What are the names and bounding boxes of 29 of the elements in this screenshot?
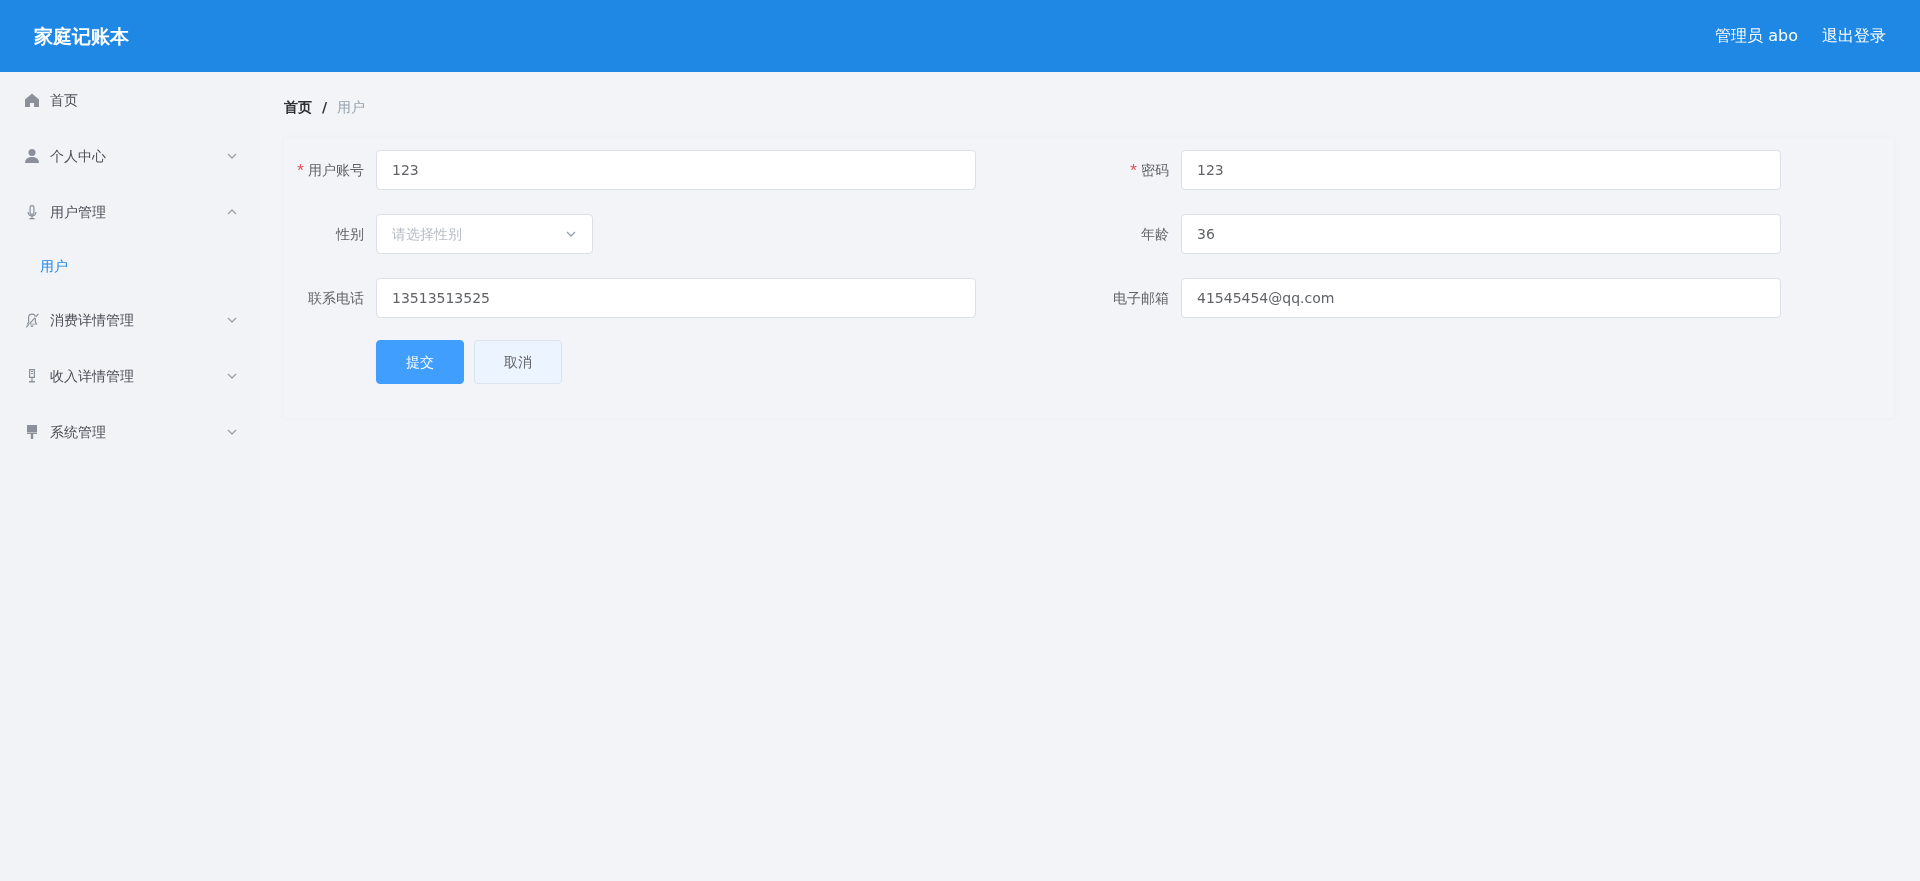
- field-label: 用户账号: [284, 159, 364, 181]
- sidebar-item[interactable]: 用户管理: [0, 184, 258, 240]
- brush-icon: [24, 424, 40, 440]
- app-title: 家庭记账本: [34, 23, 129, 49]
- input-field[interactable]: 41545454@qq.com: [1181, 278, 1781, 318]
- input-field[interactable]: 36: [1181, 214, 1781, 254]
- field-label: 电子邮箱: [1112, 288, 1169, 308]
- logout-link[interactable]: 退出登录: [1822, 24, 1886, 48]
- sidebar-item[interactable]: 首页: [0, 72, 258, 128]
- breadcrumb-item: 用户: [337, 97, 366, 117]
- input-field[interactable]: 123: [1181, 150, 1781, 190]
- submenu-item[interactable]: 用户: [0, 240, 258, 292]
- field-label: 年龄: [1140, 224, 1169, 244]
- user-name: 管理员 abo: [1715, 25, 1798, 47]
- field-label: 性别: [334, 224, 364, 244]
- sidebar-item[interactable]: 个人中心: [0, 128, 258, 184]
- input-field[interactable]: 123: [376, 150, 976, 190]
- breadcrumb-separator: /: [322, 97, 328, 117]
- home-icon: [24, 92, 40, 108]
- field-label: 密码: [1089, 159, 1169, 181]
- cancel-button[interactable]: 取消: [474, 340, 562, 384]
- sidebar-item[interactable]: 收入详情管理: [0, 348, 258, 404]
- person-icon: [24, 148, 40, 164]
- input-field[interactable]: 13513513525: [376, 278, 976, 318]
- sidebar-item[interactable]: 系统管理: [0, 404, 258, 460]
- breadcrumb-item[interactable]: 首页: [284, 96, 312, 118]
- sidebar-item[interactable]: 消费详情管理: [0, 292, 258, 348]
- bell-off-icon: [24, 312, 40, 328]
- field-label: 联系电话: [307, 288, 364, 308]
